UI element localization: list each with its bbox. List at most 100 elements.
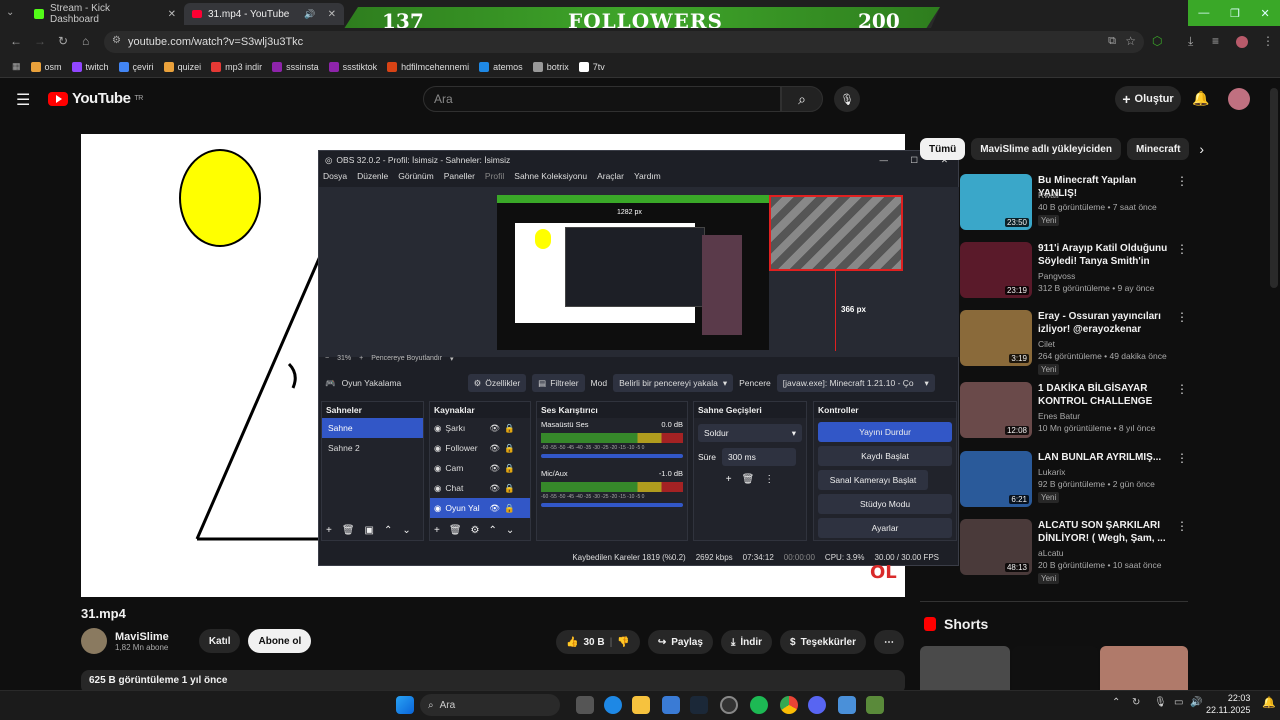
install-icon[interactable]: ⧉ [1108,35,1116,48]
recommendation-item[interactable]: 12:08 1 DAKİKA BİLGİSAYAR KONTROL CHALLE… [960,382,1190,446]
source-item[interactable]: ◉ Follower 👁 🔒 [430,438,530,458]
more-icon[interactable]: ⋮ [1176,174,1188,188]
subscribe-button[interactable]: Abone ol [248,629,312,653]
start-recording-button[interactable]: Kaydı Başlat [818,446,952,466]
source-item[interactable]: ◉ Cam 👁 🔒 [430,458,530,478]
bookmark-atemos[interactable]: atemos [479,61,523,72]
tab-youtube[interactable]: 31.mp4 - YouTube 🔊 ✕ [184,3,344,25]
mode-select[interactable]: Belirli bir pencereyi yakala ▾ [613,374,734,392]
chevron-right-icon[interactable]: › [1199,141,1204,157]
volume-icon[interactable]: 🔊 [1190,697,1202,708]
bookmark-ssstiktok[interactable]: ssstiktok [328,61,377,72]
bookmark-sssinsta[interactable]: sssinsta [272,61,319,72]
fit-to-window-label[interactable]: Pencereye Boyutlandır [371,355,442,363]
obs-window[interactable]: ◎ OBS 32.0.2 - Profil: İsimsiz - Sahnele… [318,150,959,566]
minimize-icon[interactable]: — [880,155,889,165]
chip-all[interactable]: Tümü [920,138,966,160]
search-input[interactable]: Ara [423,86,781,112]
youtube-logo[interactable]: YouTube TR [48,90,143,107]
zoom-out-icon[interactable]: − [325,355,329,363]
more-icon[interactable]: ⋮ [1176,382,1188,396]
forward-icon[interactable]: → [34,34,46,48]
download-button[interactable]: ⤓ İndir [720,630,773,654]
menu-dosya[interactable]: Dosya [323,171,347,181]
store-icon[interactable] [662,696,680,714]
add-icon[interactable]: + [326,525,332,536]
maximize-icon[interactable]: ❐ [1230,7,1240,20]
notifications-bell-icon[interactable]: 🔔 [1192,90,1209,107]
selected-source-bounds[interactable] [769,195,903,271]
short-thumbnail[interactable] [920,646,1010,690]
share-button[interactable]: ↪ Paylaş [647,630,713,654]
minecraft-icon[interactable] [866,696,884,714]
down-icon[interactable]: ⌄ [506,525,514,536]
lock-icon[interactable]: 🔒 [504,463,515,474]
up-icon[interactable]: ⌃ [489,525,497,536]
menu-duzenle[interactable]: Düzenle [357,171,388,181]
network-icon[interactable]: ▭ [1174,697,1183,708]
scene-item[interactable]: Sahne [322,418,423,438]
reload-icon[interactable]: ↻ [58,34,68,48]
bookmark-osm[interactable]: osm [30,61,62,72]
media-icon[interactable]: ≡ [1212,34,1219,48]
hamburger-menu-icon[interactable]: ☰ [16,90,30,110]
source-item[interactable]: ◉ Şarkı 👁 🔒 [430,418,530,438]
studio-mode-button[interactable]: Stüdyo Modu [818,494,952,514]
more-actions-button[interactable]: ⋯ [874,630,904,654]
back-icon[interactable]: ← [10,34,22,48]
tab-search-icon[interactable]: ⌄ [6,7,14,18]
menu-araclar[interactable]: Araçlar [597,171,624,181]
zoom-in-icon[interactable]: + [359,355,363,363]
apps-icon[interactable]: ▦ [12,61,21,72]
bookmark-hdfilm[interactable]: hdfilmcehennemi [387,61,469,72]
recommendation-item[interactable]: 6:21 LAN BUNLAR AYRILMIŞ... Lukarix 92 B… [960,451,1190,515]
taskbar-search[interactable]: ⌕ Ara [420,694,560,716]
more-icon[interactable]: ⋮ [1176,310,1188,324]
menu-gorunum[interactable]: Görünüm [398,171,433,181]
obs-taskbar-icon[interactable] [720,696,738,714]
steam-icon[interactable] [690,696,708,714]
bookmark-quizei[interactable]: quizei [163,61,201,72]
maximize-icon[interactable]: ☐ [910,155,918,166]
spotify-icon[interactable] [750,696,768,714]
url-field[interactable]: ⚙ youtube.com/watch?v=S3wlj3u3Tkc ⧉ ☆ [104,31,1144,53]
close-icon[interactable]: ✕ [168,9,176,20]
menu-icon[interactable]: ⋮ [1262,34,1274,48]
more-icon[interactable]: ⋮ [1176,242,1188,256]
bookmark-mp3[interactable]: mp3 indir [211,61,262,72]
stop-streaming-button[interactable]: Yayını Durdur [818,422,952,442]
chip-minecraft[interactable]: Minecraft [1126,138,1190,160]
notification-icon[interactable]: 🔔 [1262,696,1276,709]
more-icon[interactable]: ⋮ [1176,451,1188,465]
chevron-down-icon[interactable]: ▾ [450,355,454,363]
channel-avatar[interactable] [81,628,107,654]
page-scrollbar[interactable] [1270,88,1278,288]
up-icon[interactable]: ⌃ [384,525,392,536]
site-info-icon[interactable]: ⚙ [112,35,121,46]
taskbar-clock[interactable]: 22:03 22.11.2025 [1206,692,1250,716]
lock-icon[interactable]: 🔒 [504,423,515,434]
obs-preview[interactable]: 1282 px 366 px [319,187,959,357]
edge-icon[interactable] [604,696,622,714]
lock-icon[interactable]: 🔒 [504,443,515,454]
create-button[interactable]: + Oluştur [1115,86,1181,112]
join-button[interactable]: Katıl [198,629,241,653]
recommendation-item[interactable]: 3:19 Eray - Ossuran yayıncıları izliyor!… [960,310,1190,375]
voice-search-button[interactable]: 🎙 [834,86,860,112]
recommendation-item[interactable]: 23:50 Bu Minecraft Yapılan YANLIŞ! Rwail… [960,174,1190,238]
discord-icon[interactable] [808,696,826,714]
trash-icon[interactable]: 🗑 [449,525,462,536]
extensions-icon[interactable]: ⬡ [1152,34,1162,48]
short-thumbnail[interactable] [1100,646,1188,690]
minimize-icon[interactable]: — [1198,7,1209,19]
tray-chevron-icon[interactable]: ⌃ [1112,697,1120,708]
duration-input[interactable]: 300 ms [721,448,796,466]
home-icon[interactable]: ⌂ [82,34,89,48]
profile-avatar[interactable] [1236,36,1248,48]
menu-profil[interactable]: Profil [485,171,504,181]
add-icon[interactable]: + [434,525,440,536]
short-thumbnail[interactable] [1012,646,1098,690]
channel-name[interactable]: MaviSlime [115,631,169,643]
eye-icon[interactable]: 👁 [489,483,500,494]
down-icon[interactable]: ⌄ [402,525,410,536]
